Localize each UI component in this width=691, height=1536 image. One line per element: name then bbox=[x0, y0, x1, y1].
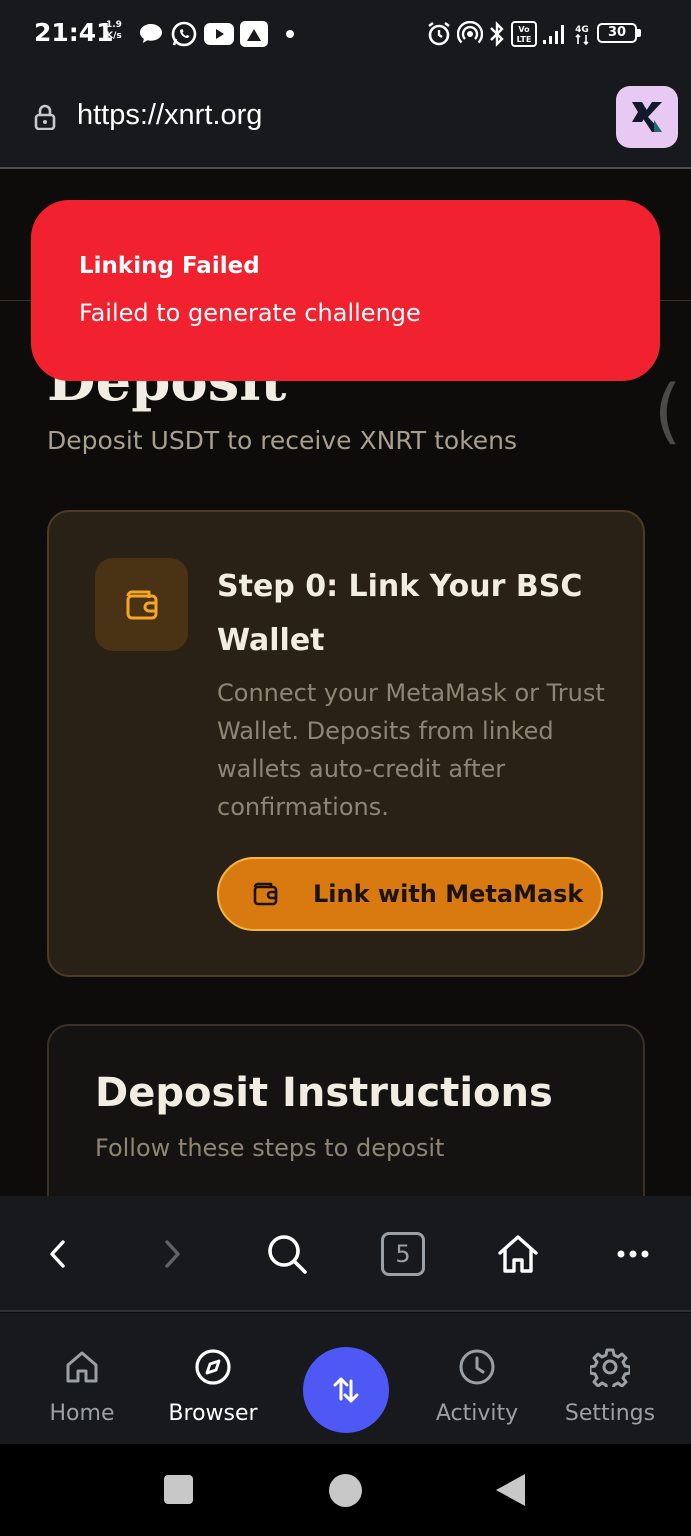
link-metamask-button[interactable]: Link with MetaMask bbox=[217, 857, 603, 931]
instructions-title: Deposit Instructions bbox=[95, 1070, 553, 1116]
battery-tip bbox=[637, 29, 641, 37]
search-icon bbox=[268, 1235, 307, 1274]
svg-text:Vo: Vo bbox=[518, 25, 530, 34]
nav-activity[interactable]: Activity bbox=[417, 1347, 537, 1426]
dot-icon bbox=[286, 30, 294, 38]
nav-home[interactable]: Home bbox=[22, 1347, 142, 1426]
partial-element: ( bbox=[654, 370, 682, 452]
wallet-icon bbox=[126, 590, 157, 619]
bluetooth-icon bbox=[490, 21, 504, 47]
page-subtitle: Deposit USDT to receive XNRT tokens bbox=[47, 426, 518, 455]
link-metamask-label: Link with MetaMask bbox=[313, 880, 584, 908]
lock-icon bbox=[34, 104, 56, 130]
tab-count: 5 bbox=[381, 1232, 425, 1276]
alarm-icon bbox=[428, 22, 450, 46]
network-speed-unit: K/s bbox=[106, 31, 122, 41]
link-wallet-card: Step 0: Link Your BSC Wallet Connect you… bbox=[47, 510, 645, 977]
notification-icons bbox=[138, 20, 298, 48]
system-status-icons: Vo LTE 4G bbox=[426, 20, 591, 48]
deposit-instructions-card: Deposit Instructions Follow these steps … bbox=[47, 1024, 645, 1196]
search-button[interactable] bbox=[259, 1226, 315, 1282]
battery-indicator: 30 bbox=[597, 23, 637, 43]
home-page-button[interactable] bbox=[490, 1226, 546, 1282]
nav-settings-label: Settings bbox=[564, 1401, 656, 1426]
home-icon bbox=[66, 1351, 98, 1383]
swap-fab-button[interactable] bbox=[303, 1347, 389, 1433]
instructions-subtitle: Follow these steps to deposit bbox=[95, 1134, 445, 1162]
toast-message: Failed to generate challenge bbox=[79, 299, 421, 327]
svg-text:4G: 4G bbox=[575, 25, 589, 35]
youtube-icon bbox=[204, 23, 234, 45]
more-dots-icon bbox=[617, 1250, 649, 1258]
system-back-button[interactable] bbox=[496, 1474, 525, 1506]
drive-icon bbox=[240, 21, 268, 47]
tabs-button[interactable]: 5 bbox=[375, 1226, 431, 1282]
network-speed-value: 1.9 bbox=[106, 20, 122, 30]
nav-activity-label: Activity bbox=[435, 1401, 519, 1426]
system-home-button[interactable] bbox=[329, 1474, 362, 1507]
back-button[interactable] bbox=[30, 1226, 86, 1282]
chevron-left-icon bbox=[50, 1240, 65, 1268]
url-bar[interactable]: https://xnrt.org bbox=[0, 68, 691, 169]
chevron-right-icon bbox=[165, 1240, 180, 1268]
chat-bubble-icon bbox=[140, 24, 162, 43]
recents-button[interactable] bbox=[164, 1475, 193, 1504]
compass-icon bbox=[195, 1349, 231, 1385]
4g-icon: 4G bbox=[575, 25, 589, 46]
signal-icon bbox=[543, 25, 564, 44]
nav-home-label: Home bbox=[49, 1401, 115, 1426]
forward-button[interactable] bbox=[144, 1226, 200, 1282]
volte-icon: VoLTE bbox=[511, 21, 537, 47]
nav-browser[interactable]: Browser bbox=[153, 1347, 273, 1426]
toast-title: Linking Failed bbox=[79, 253, 260, 279]
xnrt-logo-icon bbox=[632, 102, 662, 132]
wallet-icon-box bbox=[95, 558, 188, 651]
network-speed: 1.9 K/s bbox=[106, 20, 122, 42]
wallet-icon bbox=[253, 882, 278, 906]
svg-text:LTE: LTE bbox=[517, 35, 532, 44]
step-description: Connect your MetaMask or Trust Wallet. D… bbox=[217, 679, 605, 821]
error-toast[interactable]: Linking Failed Failed to generate challe… bbox=[31, 200, 660, 381]
nav-settings[interactable]: Settings bbox=[550, 1347, 670, 1426]
status-time: 21:41 bbox=[34, 18, 114, 47]
status-bar: 21:41 1.9 K/s Vo LTE 4G 30 bbox=[0, 0, 691, 68]
swap-arrows-icon bbox=[333, 1377, 359, 1403]
home-icon bbox=[498, 1235, 538, 1273]
site-logo[interactable] bbox=[616, 86, 678, 148]
clock-icon bbox=[459, 1349, 495, 1385]
system-nav-bar bbox=[0, 1444, 691, 1536]
bottom-nav: Home Browser Activity Settings bbox=[0, 1313, 691, 1444]
hotspot-icon bbox=[457, 21, 483, 44]
step-title: Step 0: Link Your BSC Wallet bbox=[217, 569, 583, 658]
browser-toolbar: 5 bbox=[0, 1196, 691, 1312]
nav-browser-label: Browser bbox=[168, 1401, 258, 1426]
whatsapp-icon bbox=[171, 21, 197, 47]
url-text[interactable]: https://xnrt.org bbox=[77, 99, 262, 132]
gear-icon bbox=[590, 1348, 630, 1387]
more-menu-button[interactable] bbox=[605, 1226, 661, 1282]
